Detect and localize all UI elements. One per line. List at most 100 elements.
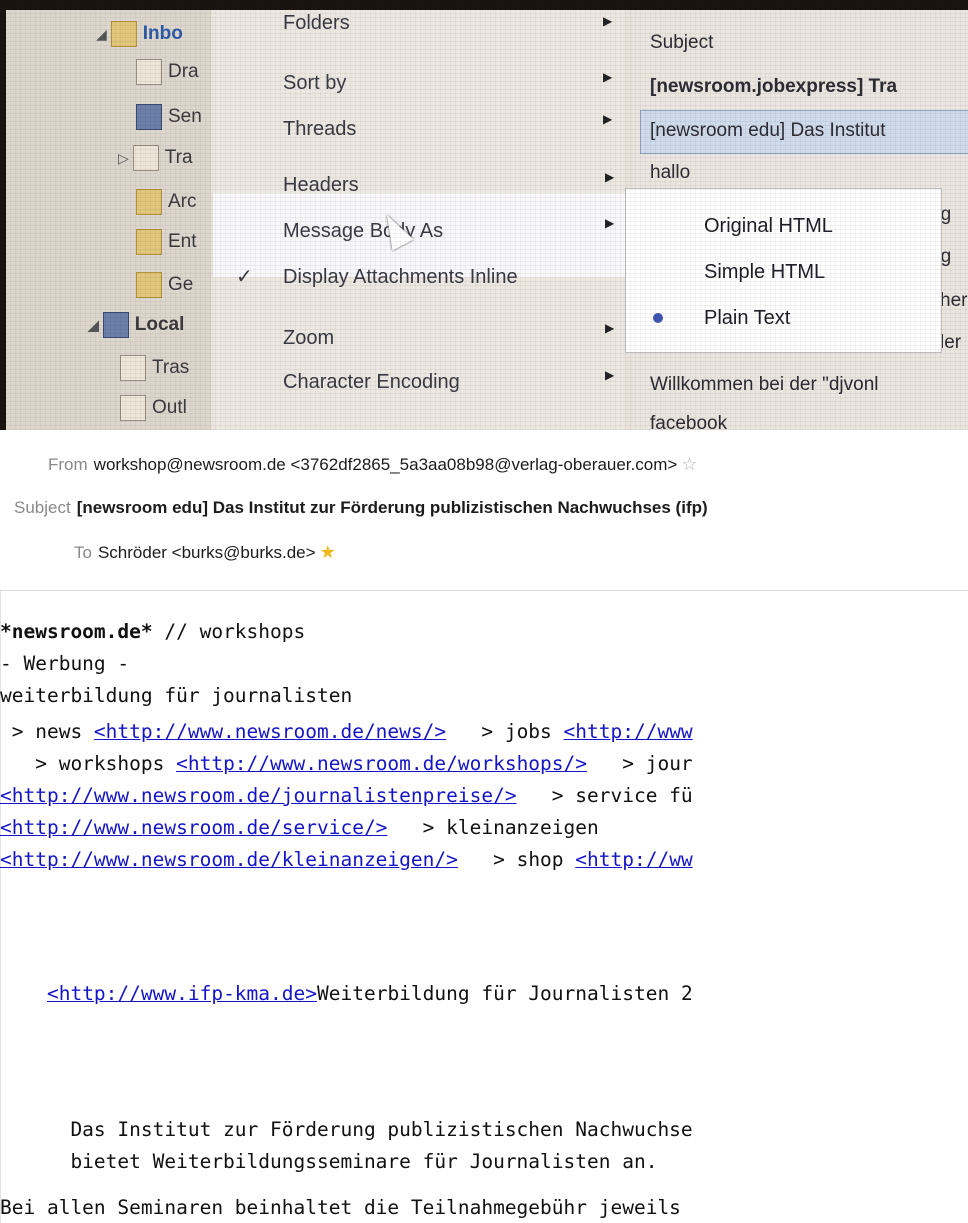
body-line: Das Institut zur Förderung publizistisch…: [0, 1119, 692, 1141]
menu-item-label: Message Body As: [283, 220, 444, 242]
folder-drafts[interactable]: Dra: [136, 52, 199, 92]
star-filled-icon[interactable]: ★: [320, 542, 336, 563]
folder-ent[interactable]: Ent: [136, 222, 197, 262]
check-icon: ✓: [236, 264, 253, 289]
body-line: weiterbildung für journalisten: [0, 685, 352, 707]
folder-outbox[interactable]: Outl: [120, 388, 187, 428]
message-row[interactable]: facebook: [650, 413, 727, 430]
menu-item-label: Character Encoding: [283, 371, 460, 393]
body-text: Weiterbildung für Journalisten 2: [317, 982, 693, 1005]
folder-label: Sen: [168, 106, 202, 127]
submenu-arrow-icon: ▶: [605, 216, 615, 230]
expand-triangle-icon[interactable]: ▷: [118, 150, 129, 167]
folder-icon: [136, 272, 162, 298]
message-row[interactable]: Willkommen bei der "djvonl: [650, 374, 879, 396]
folder-local-trash[interactable]: Tras: [120, 348, 189, 388]
menu-item-label: Display Attachments Inline: [283, 266, 518, 288]
journalistenpreise-link[interactable]: <http://www.newsroom.de/journalistenprei…: [0, 784, 517, 807]
news-link[interactable]: <http://www.newsroom.de/news/>: [94, 720, 446, 743]
drafts-icon: [136, 59, 162, 85]
submenu-item-original-html[interactable]: Original HTML: [704, 215, 833, 238]
menu-item-character-encoding[interactable]: Character Encoding: [283, 371, 460, 394]
menu-item-label: Threads: [283, 118, 357, 140]
folder-archive[interactable]: Arc: [136, 182, 197, 222]
from-address[interactable]: workshop@newsroom.de <3762df2865_5a3aa08…: [94, 455, 678, 474]
message-row[interactable]: her: [940, 290, 967, 312]
folder-ge[interactable]: Ge: [136, 265, 193, 305]
message-subject: her: [940, 290, 968, 311]
submenu-item-label: Plain Text: [704, 307, 791, 329]
submenu-arrow-icon: ▶: [603, 70, 613, 84]
message-header: From workshop@newsroom.de <3762df2865_5a3…: [0, 430, 968, 591]
ifp-link[interactable]: <http://www.ifp-kma.de>: [47, 982, 317, 1005]
message-row[interactable]: [newsroom.jobexpress] Tra: [650, 76, 897, 98]
menu-item-message-body-as[interactable]: Message Body As: [283, 220, 443, 243]
body-text: // workshops: [152, 620, 306, 643]
jobs-link[interactable]: <http://www: [564, 720, 693, 743]
menu-item-folders[interactable]: Folders: [283, 12, 350, 35]
submenu-arrow-icon: ▶: [605, 321, 615, 335]
header-subject-row: Subject [newsroom edu] Das Institut zur F…: [14, 498, 708, 518]
body-line: <http://www.newsroom.de/journalistenprei…: [0, 785, 693, 807]
body-line: <http://www.newsroom.de/service/> > klei…: [0, 817, 599, 839]
workshops-link[interactable]: <http://www.newsroom.de/workshops/>: [176, 752, 587, 775]
trash-icon: [120, 355, 146, 381]
kleinanzeigen-link[interactable]: <http://www.newsroom.de/kleinanzeigen/>: [0, 848, 458, 871]
shop-link[interactable]: <http://ww: [575, 848, 692, 871]
body-text: > workshops: [0, 752, 177, 775]
check-glyph: ✓: [236, 266, 253, 288]
folder-label: Tras: [152, 357, 190, 378]
menu-item-label: Sort by: [283, 72, 347, 94]
folder-trash[interactable]: ▷ Tra: [118, 138, 193, 178]
computer-icon: [102, 312, 129, 338]
message-subject: [newsroom edu] Das Institut: [650, 120, 886, 141]
folder-label: Dra: [168, 61, 199, 82]
body-text: > kleinanzeigen: [387, 816, 599, 839]
folder-label: Tra: [164, 147, 193, 168]
submenu-arrow-icon: ▶: [605, 170, 615, 184]
column-header-subject[interactable]: Subject: [650, 32, 713, 54]
folder-label: Local: [134, 314, 185, 335]
to-address[interactable]: Schröder <burks@burks.de>: [98, 543, 316, 562]
collapse-triangle-icon[interactable]: ◢: [88, 317, 99, 334]
subject-value: [newsroom edu] Das Institut zur Förderun…: [76, 498, 708, 517]
header-from-row: From workshop@newsroom.de <3762df2865_5a3…: [48, 454, 697, 475]
folder-label: Arc: [168, 191, 197, 212]
to-label: To: [74, 543, 92, 562]
folder-sent[interactable]: Sen: [136, 97, 202, 137]
folder-label: Ent: [168, 231, 197, 252]
body-text: - Werbung -: [0, 652, 130, 675]
menu-item-sort-by[interactable]: Sort by: [283, 72, 346, 95]
body-text: > shop: [457, 848, 576, 871]
folder-label: Ge: [168, 274, 194, 295]
submenu-item-plain-text[interactable]: Plain Text: [704, 307, 790, 330]
collapse-triangle-icon[interactable]: ◢: [96, 26, 107, 43]
message-row[interactable]: ler: [940, 332, 961, 354]
menu-item-threads[interactable]: Threads: [283, 118, 356, 141]
menu-item-zoom[interactable]: Zoom: [283, 327, 334, 350]
body-line: > news <http://www.newsroom.de/news/> > …: [0, 721, 693, 743]
message-subject: facebook: [650, 413, 728, 430]
body-text: weiterbildung für journalisten: [0, 684, 353, 707]
submenu-item-label: Simple HTML: [704, 261, 826, 283]
body-text: > news: [0, 720, 94, 743]
menu-item-label: Folders: [283, 12, 350, 34]
message-row-selected[interactable]: [newsroom edu] Das Institut: [650, 120, 886, 142]
submenu-arrow-icon: ▶: [603, 14, 613, 28]
radio-selected-icon: [653, 313, 663, 323]
service-link[interactable]: <http://www.newsroom.de/service/>: [0, 816, 387, 839]
message-body-as-submenu: Original HTML Simple HTML Plain Text: [625, 188, 942, 353]
message-row[interactable]: hallo: [650, 162, 690, 184]
submenu-item-label: Original HTML: [704, 215, 833, 237]
body-line: - Werbung -: [0, 653, 129, 675]
body-text: > jour: [587, 752, 693, 775]
menu-item-display-attachments-inline[interactable]: Display Attachments Inline: [283, 266, 518, 289]
folder-local[interactable]: ◢ Local: [88, 305, 184, 345]
message-subject: Willkommen bei der "djvonl: [650, 374, 879, 395]
menu-item-headers[interactable]: Headers: [283, 174, 359, 197]
star-empty-icon[interactable]: ☆: [681, 454, 697, 475]
folder-inbox[interactable]: ◢ Inbo: [96, 14, 183, 54]
body-line: <http://www.newsroom.de/kleinanzeigen/> …: [0, 849, 693, 871]
submenu-item-simple-html[interactable]: Simple HTML: [704, 261, 825, 284]
trash-icon: [132, 145, 159, 171]
